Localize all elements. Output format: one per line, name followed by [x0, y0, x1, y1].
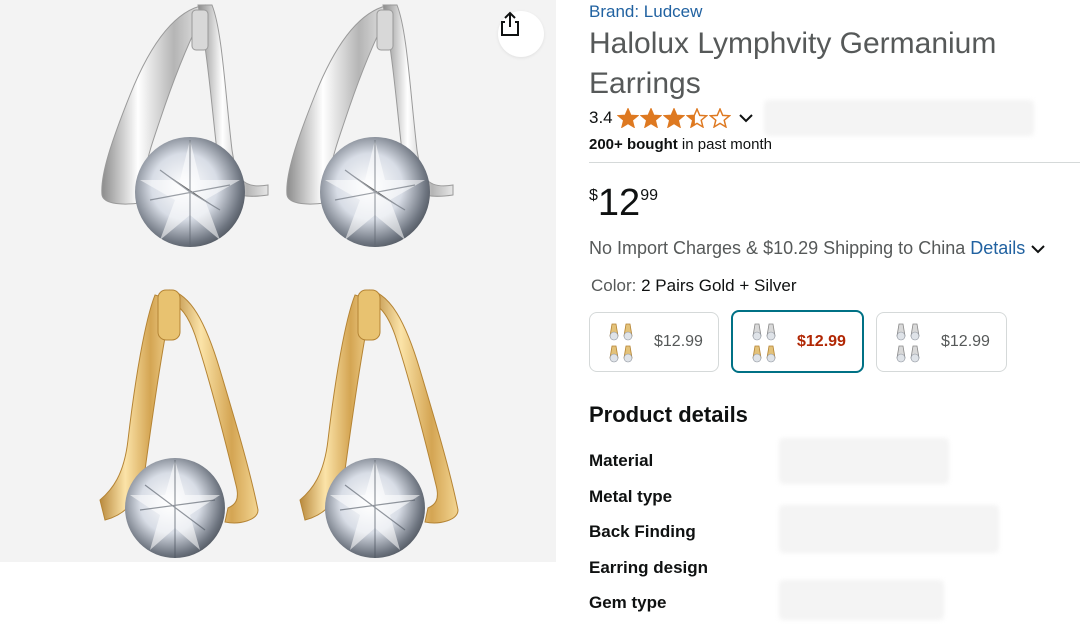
price-symbol: $ — [589, 187, 598, 204]
bought-count: 200+ bought in past month — [589, 136, 772, 153]
share-button[interactable] — [498, 11, 544, 57]
silver-earring-right — [286, 4, 454, 247]
shipping-details-link[interactable]: Details — [970, 238, 1025, 259]
blurred-content — [779, 580, 944, 620]
star-icon — [662, 108, 685, 128]
shipping-info: No Import Charges & $10.29 Shipping to C… — [589, 238, 1045, 259]
variant-thumbnail-silver — [896, 323, 920, 363]
brand-link[interactable]: Brand: Ludcew — [589, 2, 702, 22]
chevron-down-icon[interactable] — [738, 113, 753, 123]
variant-swatch-gold-silver[interactable]: $12.99 — [731, 310, 864, 373]
color-label: Color: — [591, 276, 637, 295]
divider — [589, 162, 1080, 163]
silver-earring-left — [101, 4, 269, 247]
detail-label-metal-type: Metal type — [589, 487, 673, 506]
color-value: 2 Pairs Gold + Silver — [641, 276, 797, 295]
variant-price: $12.99 — [654, 333, 703, 350]
blurred-content — [764, 100, 1034, 136]
detail-label-material: Material — [589, 451, 654, 470]
product-title: Halolux Lymphvity Germanium Earrings — [589, 27, 997, 100]
variant-price: $12.99 — [941, 333, 990, 350]
rating-value: 3.4 — [589, 108, 613, 127]
chevron-down-icon[interactable] — [1031, 244, 1045, 254]
blurred-content — [779, 438, 949, 484]
gold-earring-right — [299, 289, 459, 558]
product-info-panel: Brand: Ludcew Halolux Lymphvity Germaniu… — [589, 0, 1080, 625]
detail-label-earring-design: Earring design — [589, 558, 709, 577]
product-details-heading: Product details — [589, 402, 748, 427]
detail-label-gem-type: Gem type — [589, 593, 667, 612]
star-icon — [639, 108, 662, 128]
variant-swatch-silver[interactable]: $12.99 — [876, 312, 1007, 372]
price: $ 12 99 — [589, 183, 658, 223]
variant-price: $12.99 — [797, 332, 846, 350]
variant-thumbnail-gold — [609, 323, 633, 363]
color-selection: Color: 2 Pairs Gold + Silver — [591, 276, 797, 296]
price-fraction: 99 — [640, 187, 658, 204]
detail-label-back-finding: Back Finding — [589, 522, 696, 541]
star-icon — [685, 108, 708, 128]
product-image[interactable] — [0, 0, 556, 562]
variant-swatch-gold[interactable]: $12.99 — [589, 312, 719, 372]
shipping-text: No Import Charges & $10.29 Shipping to C… — [589, 238, 966, 258]
blurred-content — [779, 505, 999, 553]
star-icon — [616, 108, 639, 128]
rating-row[interactable]: 3.4 — [589, 107, 753, 129]
bought-count-bold: 200+ bought — [589, 136, 678, 153]
bought-count-suffix: in past month — [677, 136, 772, 153]
variant-thumbnail-gold-silver — [752, 323, 776, 362]
price-whole: 12 — [597, 182, 641, 224]
gold-earring-left — [99, 289, 259, 558]
star-rating[interactable] — [616, 108, 731, 128]
star-icon — [708, 108, 731, 128]
earrings-illustration — [99, 4, 459, 558]
